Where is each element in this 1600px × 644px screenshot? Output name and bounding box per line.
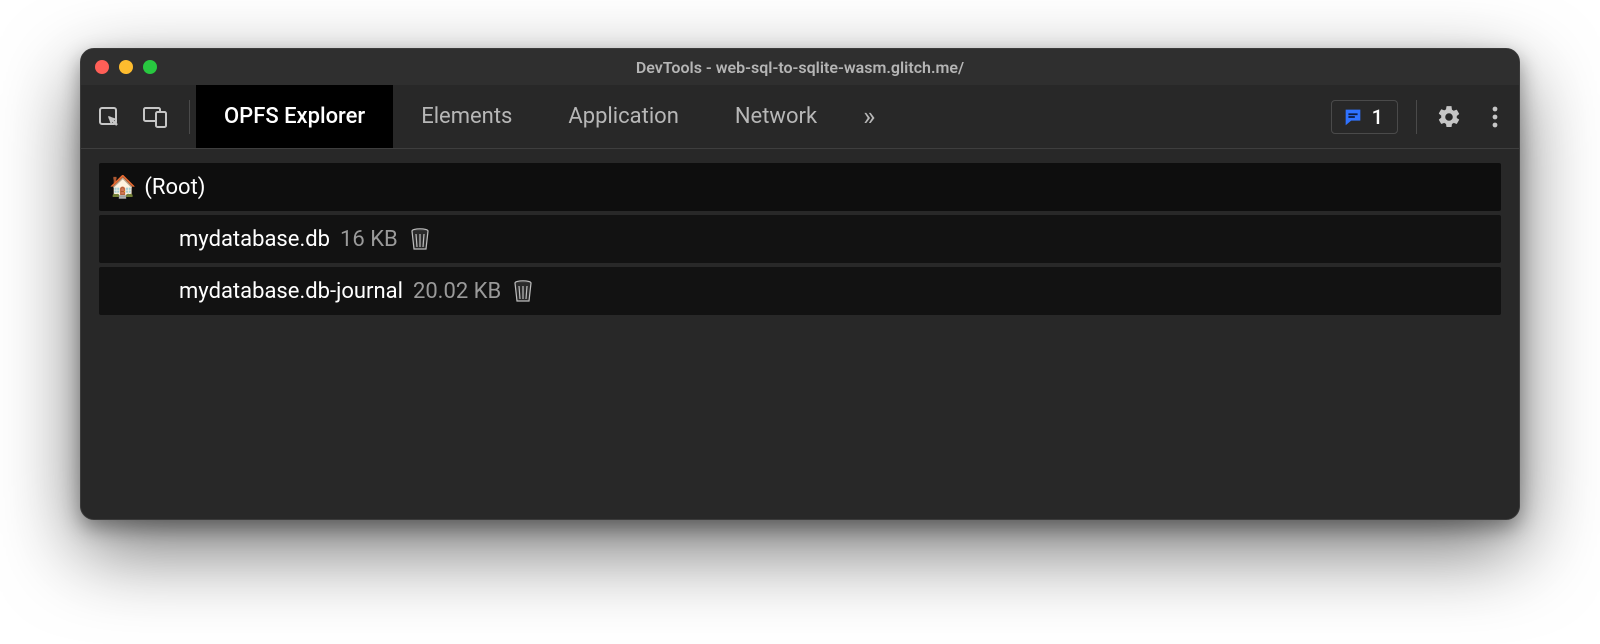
- file-size: 16 KB: [340, 227, 398, 252]
- toolbar-left: [95, 100, 196, 134]
- tree-file-row[interactable]: mydatabase.db 16 KB: [99, 215, 1501, 263]
- chevron-double-right-icon: »: [863, 102, 875, 132]
- issues-count: 1: [1372, 105, 1383, 129]
- settings-button[interactable]: [1435, 103, 1463, 131]
- tab-overflow-button[interactable]: »: [845, 85, 893, 148]
- trash-icon: [410, 227, 430, 251]
- delete-file-button[interactable]: [410, 227, 430, 251]
- home-icon: 🏠: [109, 175, 136, 200]
- titlebar: DevTools - web-sql-to-sqlite-wasm.glitch…: [81, 49, 1519, 85]
- file-name: mydatabase.db: [179, 227, 330, 252]
- tree-file-row[interactable]: mydatabase.db-journal 20.02 KB: [99, 267, 1501, 315]
- maximize-window-button[interactable]: [143, 60, 157, 74]
- tab-label: OPFS Explorer: [224, 104, 365, 129]
- window-title: DevTools - web-sql-to-sqlite-wasm.glitch…: [81, 58, 1519, 77]
- minimize-window-button[interactable]: [119, 60, 133, 74]
- toolbar-right: 1: [1331, 100, 1509, 134]
- delete-file-button[interactable]: [513, 279, 533, 303]
- file-name: mydatabase.db-journal: [179, 279, 403, 304]
- file-size: 20.02 KB: [413, 279, 501, 304]
- tab-label: Elements: [421, 104, 512, 129]
- more-menu-button[interactable]: [1481, 103, 1509, 131]
- tab-network[interactable]: Network: [707, 85, 845, 148]
- root-label: (Root): [144, 175, 205, 200]
- issues-badge[interactable]: 1: [1331, 100, 1398, 134]
- tab-label: Application: [568, 104, 678, 129]
- opfs-panel: 🏠 (Root) mydatabase.db 16 KB mydat: [81, 149, 1519, 519]
- device-toolbar-icon[interactable]: [141, 103, 169, 131]
- inspect-element-icon[interactable]: [95, 103, 123, 131]
- trash-icon: [513, 279, 533, 303]
- tab-label: Network: [735, 104, 817, 129]
- tree-root-row[interactable]: 🏠 (Root): [99, 163, 1501, 211]
- tab-application[interactable]: Application: [540, 85, 706, 148]
- tab-elements[interactable]: Elements: [393, 85, 540, 148]
- tabs: OPFS Explorer Elements Application Netwo…: [196, 85, 893, 148]
- tab-opfs-explorer[interactable]: OPFS Explorer: [196, 85, 393, 148]
- vertical-dots-icon: [1492, 105, 1498, 129]
- gear-icon: [1436, 104, 1462, 130]
- traffic-lights: [95, 60, 157, 74]
- close-window-button[interactable]: [95, 60, 109, 74]
- devtools-window: DevTools - web-sql-to-sqlite-wasm.glitch…: [80, 48, 1520, 520]
- toolbar-divider: [189, 100, 190, 134]
- toolbar-divider: [1416, 100, 1417, 134]
- toolbar: OPFS Explorer Elements Application Netwo…: [81, 85, 1519, 149]
- chat-icon: [1342, 106, 1364, 128]
